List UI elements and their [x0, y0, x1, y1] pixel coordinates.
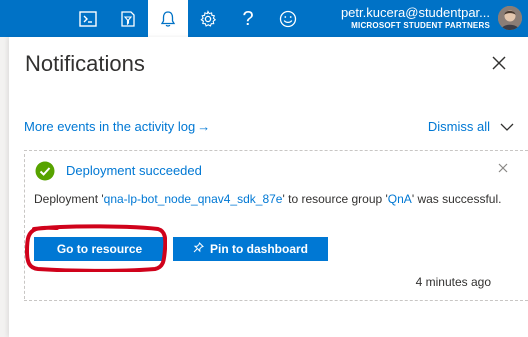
notifications-button[interactable]: [148, 0, 188, 37]
deployment-name-link[interactable]: qna-lp-bot_node_qnav4_sdk_87e: [104, 192, 283, 206]
account-email: petr.kucera@studentpar...: [340, 5, 490, 20]
resource-group-link[interactable]: QnA: [388, 192, 412, 206]
success-check-icon: [35, 161, 55, 186]
message-suffix: ' was successful.: [411, 192, 502, 206]
chevron-down-icon: [500, 123, 514, 131]
close-icon: [498, 163, 508, 173]
help-icon: ?: [242, 7, 254, 30]
pin-icon: [193, 242, 204, 256]
dismiss-all-button[interactable]: Dismiss all: [428, 119, 514, 134]
notifications-panel: Notifications More events in the activit…: [9, 37, 528, 337]
pin-to-dashboard-button[interactable]: Pin to dashboard: [173, 237, 328, 261]
top-bar: ? petr.kucera@studentpar... MICROSOFT ST…: [0, 0, 528, 37]
notification-title: Deployment succeeded: [66, 163, 202, 178]
directory-filter-button[interactable]: [108, 0, 148, 37]
account-organization: MICROSOFT STUDENT PARTNERS: [351, 21, 490, 30]
activity-log-link[interactable]: More events in the activity log →: [24, 119, 210, 134]
dismiss-all-label: Dismiss all: [427, 119, 490, 134]
divider: [24, 300, 528, 301]
avatar[interactable]: [498, 6, 522, 30]
arrow-right-icon: →: [197, 119, 211, 134]
pin-to-dashboard-label: Pin to dashboard: [209, 242, 308, 256]
notification-message: Deployment 'qna-lp-bot_node_qnav4_sdk_87…: [34, 190, 504, 208]
close-panel-button[interactable]: [492, 56, 506, 70]
settings-button[interactable]: [188, 0, 228, 37]
notification-timestamp: 4 minutes ago: [415, 275, 491, 289]
directory-filter-icon: [119, 10, 137, 28]
activity-log-link-label: More events in the activity log: [24, 119, 196, 134]
settings-gear-icon: [199, 9, 217, 28]
notifications-bell-icon: [160, 10, 176, 28]
page-title: Notifications: [25, 51, 145, 76]
account-menu[interactable]: petr.kucera@studentpar... MICROSOFT STUD…: [290, 5, 490, 31]
message-middle: ' to resource group ': [282, 192, 388, 206]
close-icon: [492, 56, 506, 70]
dismiss-notification-button[interactable]: [498, 160, 508, 178]
divider: [24, 150, 528, 151]
cloud-shell-button[interactable]: [68, 0, 108, 37]
go-to-resource-button[interactable]: Go to resource: [34, 237, 165, 261]
message-prefix: Deployment ': [34, 192, 104, 206]
notification-card: Deployment succeeded Deployment 'qna-lp-…: [24, 154, 528, 299]
cloud-shell-icon: [79, 10, 97, 27]
help-button[interactable]: ?: [228, 0, 268, 37]
